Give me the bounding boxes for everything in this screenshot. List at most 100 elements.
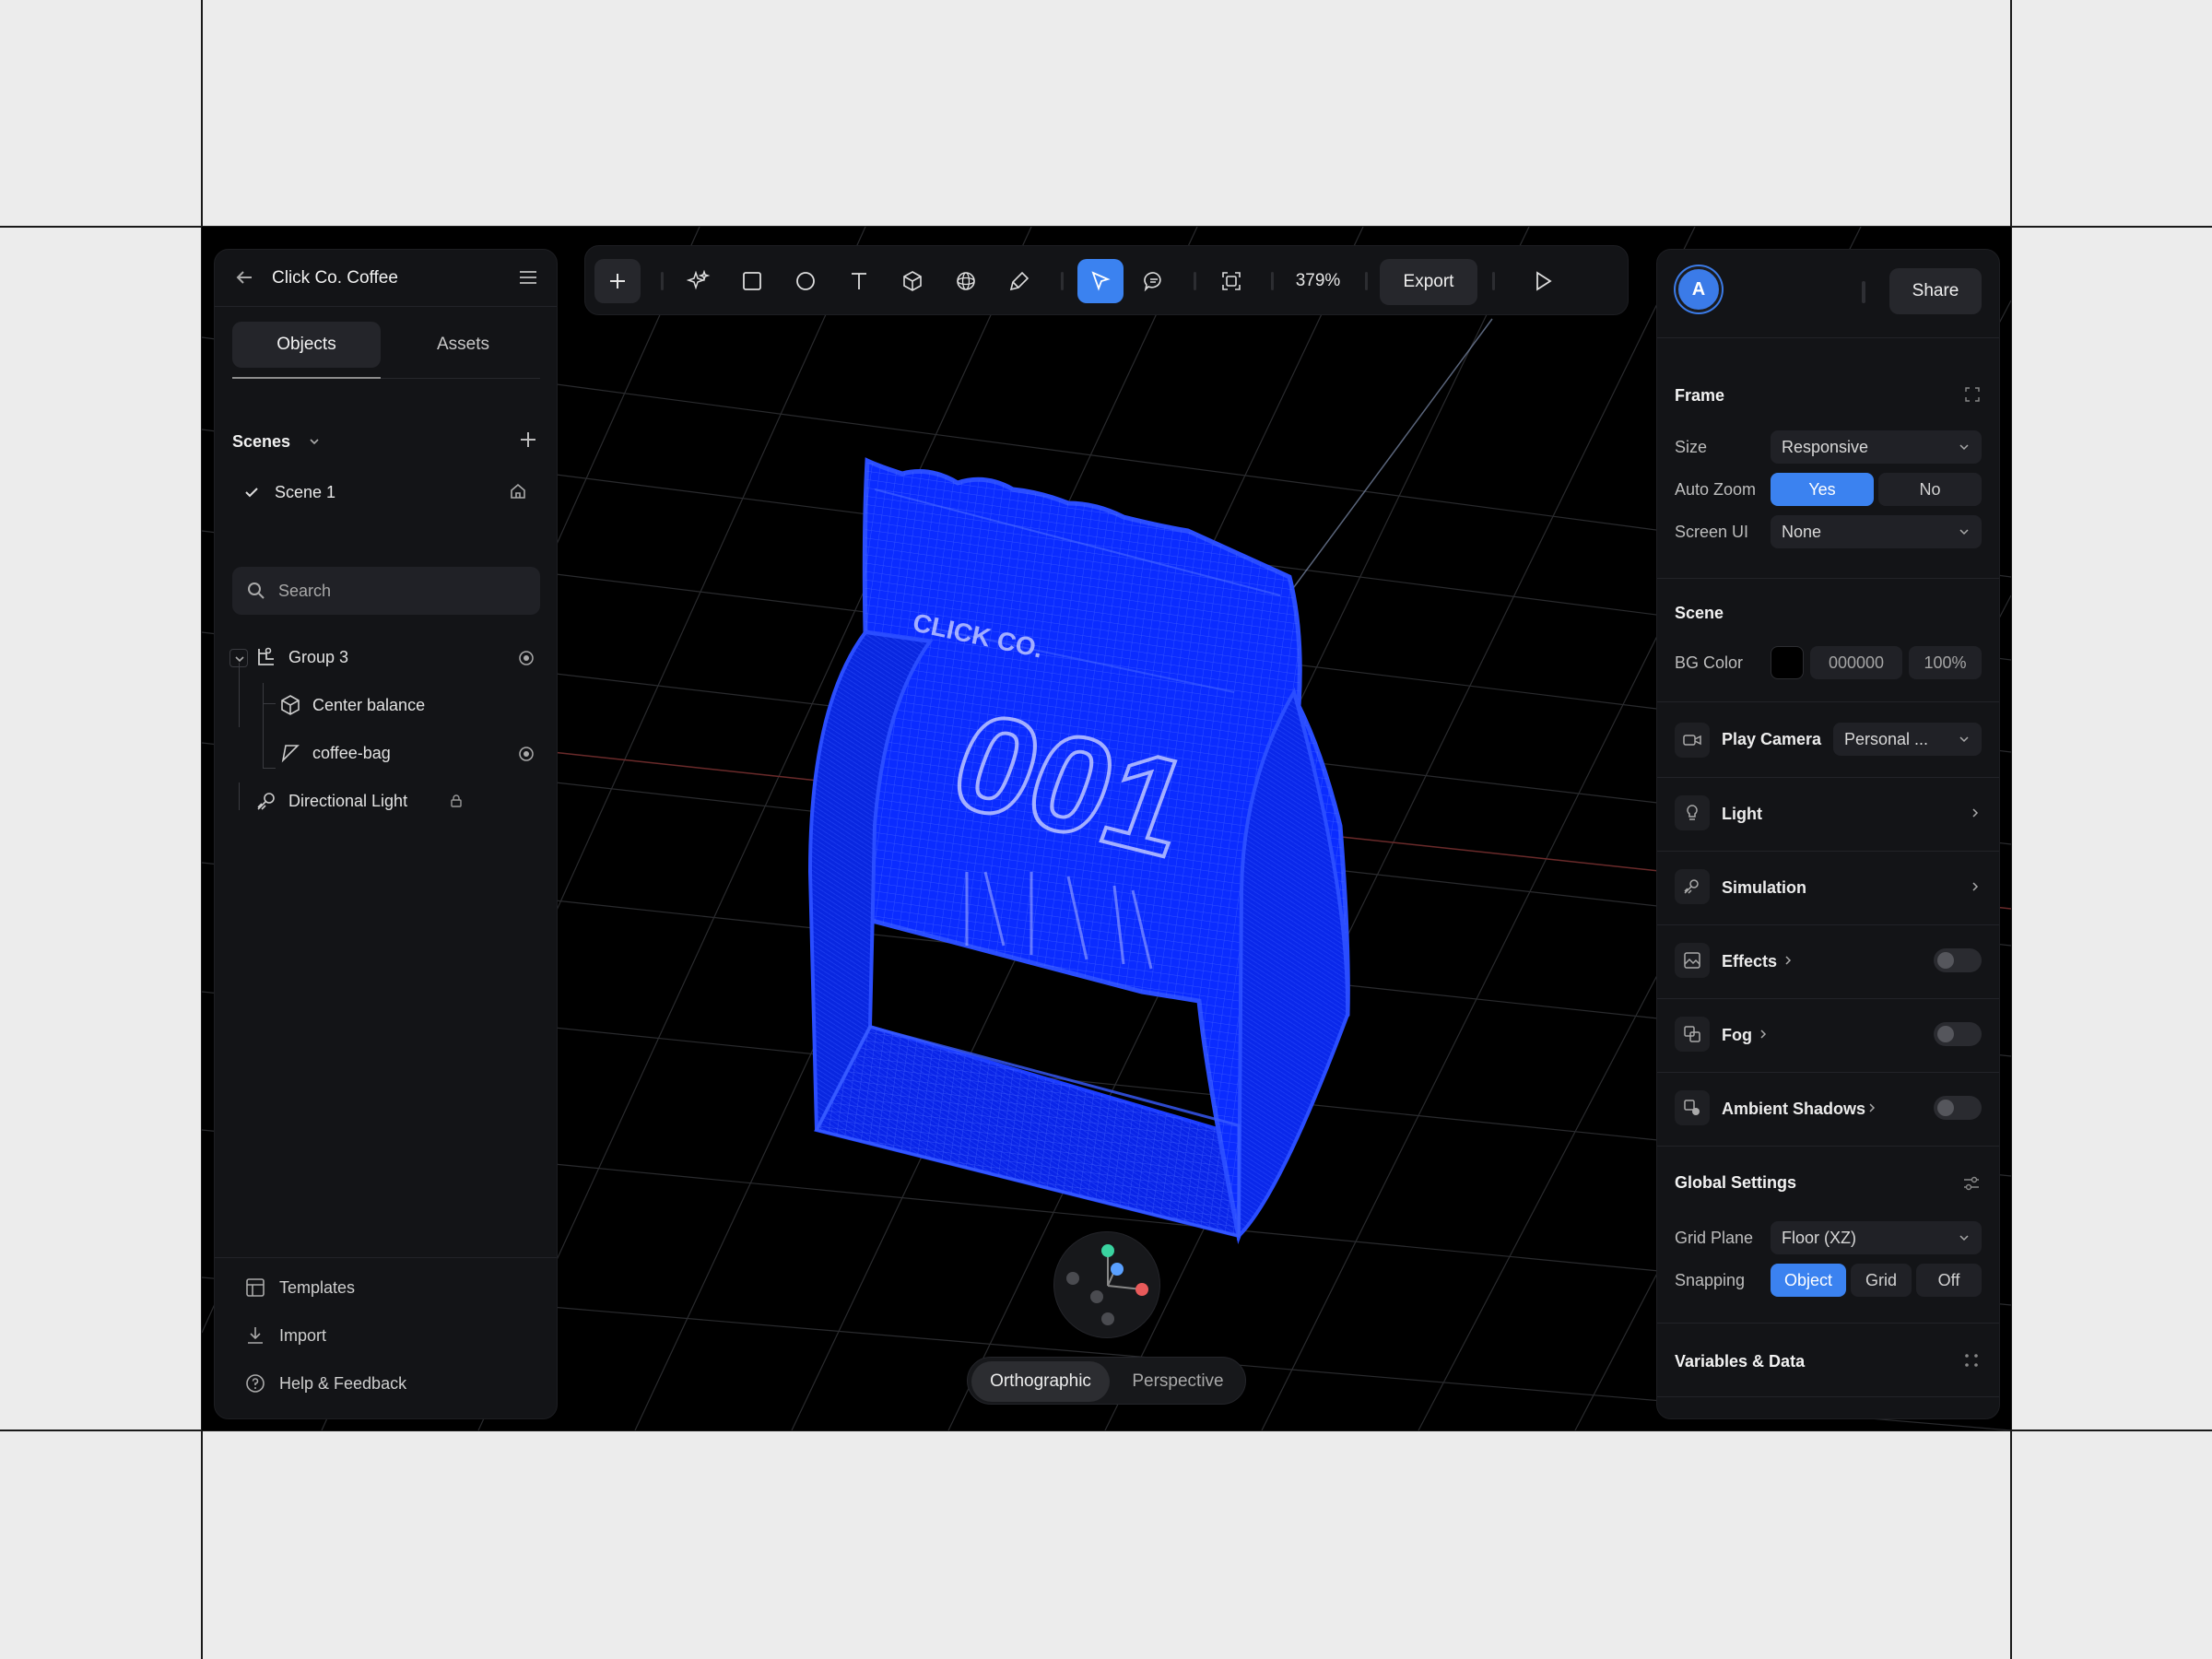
select-value: Floor (XZ): [1782, 1229, 1856, 1247]
snapping-grid[interactable]: Grid: [1851, 1264, 1912, 1297]
chevron-down-icon[interactable]: [307, 434, 322, 449]
expand-icon[interactable]: [1964, 386, 1981, 403]
import-link[interactable]: Import: [244, 1321, 521, 1350]
scene-name: Scene 1: [275, 483, 336, 501]
auto-zoom-no[interactable]: No: [1878, 473, 1982, 506]
add-scene-icon[interactable]: [517, 429, 539, 451]
text-tool-button[interactable]: [836, 259, 882, 303]
pen-tool-button[interactable]: [996, 259, 1042, 303]
fog-label[interactable]: Fog: [1722, 1026, 1752, 1045]
export-button[interactable]: Export: [1380, 259, 1477, 305]
tree-item-center-balance[interactable]: Center balance: [228, 685, 546, 725]
help-feedback-link[interactable]: Help & Feedback: [244, 1369, 521, 1398]
divider: [1657, 701, 1999, 702]
search-input[interactable]: [278, 567, 527, 615]
size-select[interactable]: Responsive: [1771, 430, 1982, 464]
simulation-label[interactable]: Simulation: [1722, 878, 1806, 898]
zoom-level[interactable]: 379%: [1278, 259, 1358, 303]
chevron-right-icon[interactable]: [1782, 954, 1794, 967]
footer-label: Help & Feedback: [279, 1374, 407, 1393]
divider: [1657, 998, 1999, 999]
tree-item-coffee-bag[interactable]: coffee-bag: [228, 733, 546, 773]
visibility-icon[interactable]: [518, 650, 535, 666]
expand-chevron-icon[interactable]: [229, 649, 248, 667]
rectangle-tool-button[interactable]: [729, 259, 775, 303]
chevron-right-icon[interactable]: [1757, 1028, 1770, 1041]
perspective-option[interactable]: Perspective: [1113, 1361, 1242, 1402]
frame-section-title: Frame: [1675, 386, 1725, 405]
text-icon: [852, 273, 866, 289]
ellipse-icon: [796, 272, 815, 290]
ellipse-tool-button[interactable]: [782, 259, 829, 303]
divider: [1657, 578, 1999, 579]
bg-opacity-field[interactable]: 100%: [1909, 646, 1982, 679]
effects-label[interactable]: Effects: [1722, 952, 1777, 971]
tree-item-directional-light[interactable]: Directional Light: [228, 781, 546, 821]
variables-data-title[interactable]: Variables & Data: [1675, 1352, 1805, 1371]
snapping-off[interactable]: Off: [1916, 1264, 1982, 1297]
chevron-right-icon[interactable]: [1969, 880, 1982, 893]
toolbar-separator: [1194, 272, 1196, 290]
fog-toggle[interactable]: [1934, 1022, 1982, 1046]
orientation-gizmo[interactable]: [1053, 1231, 1160, 1338]
bg-color-hex-field[interactable]: 000000: [1810, 646, 1902, 679]
chevron-right-icon[interactable]: [1969, 806, 1982, 819]
camera-mode-toggle[interactable]: Orthographic Perspective: [967, 1357, 1246, 1405]
cube-tool-button[interactable]: [889, 259, 935, 303]
bg-color-swatch[interactable]: [1771, 646, 1804, 679]
screen-ui-label: Screen UI: [1675, 523, 1749, 541]
bg-color-label: BG Color: [1675, 653, 1744, 672]
ambient-shadows-toggle[interactable]: [1934, 1096, 1982, 1120]
avatar[interactable]: A: [1676, 266, 1722, 312]
effects-toggle[interactable]: [1934, 948, 1982, 972]
select-tool-button[interactable]: [1077, 259, 1124, 303]
menu-icon[interactable]: [517, 266, 539, 288]
tree-label: Group 3: [288, 648, 349, 666]
ambient-shadows-icon-box: [1675, 1090, 1710, 1125]
home-icon[interactable]: [509, 482, 527, 500]
footer-label: Templates: [279, 1278, 356, 1297]
tab-assets[interactable]: Assets: [386, 322, 540, 368]
tree-item-group[interactable]: Group 3: [228, 637, 546, 677]
share-button[interactable]: Share: [1889, 268, 1982, 314]
back-arrow-icon[interactable]: [233, 266, 255, 288]
play-button[interactable]: [1520, 259, 1566, 303]
grid-plane-select[interactable]: Floor (XZ): [1771, 1221, 1982, 1254]
play-camera-select[interactable]: Personal ...: [1833, 723, 1982, 756]
sliders-icon[interactable]: [1961, 1173, 1982, 1194]
tree-label: Center balance: [312, 696, 426, 714]
search-box[interactable]: [232, 567, 540, 615]
screen-ui-select[interactable]: None: [1771, 515, 1982, 548]
cube-icon: [903, 271, 922, 291]
scenes-dropdown[interactable]: Scenes: [232, 432, 290, 452]
cube-icon: [281, 695, 300, 715]
ambient-shadows-icon: [1684, 1100, 1700, 1115]
frame-icon: [1222, 272, 1241, 290]
visibility-icon[interactable]: [518, 746, 535, 762]
play-camera-label: Play Camera: [1722, 730, 1822, 748]
sphere-tool-button[interactable]: [943, 259, 989, 303]
scene-item[interactable]: Scene 1: [232, 471, 540, 513]
ambient-shadows-label[interactable]: Ambient Shadows: [1722, 1100, 1865, 1119]
light-label[interactable]: Light: [1722, 805, 1762, 824]
chevron-down-icon: [1959, 529, 1969, 535]
orthographic-option[interactable]: Orthographic: [971, 1361, 1110, 1402]
templates-link[interactable]: Templates: [244, 1273, 521, 1302]
ai-tool-button[interactable]: [676, 259, 722, 303]
comment-tool-button[interactable]: [1131, 259, 1177, 303]
add-button[interactable]: [594, 259, 641, 303]
fog-icon: [1684, 1026, 1700, 1042]
snapping-object[interactable]: Object: [1771, 1264, 1846, 1297]
group-icon: [258, 647, 274, 665]
lock-icon[interactable]: [449, 794, 464, 808]
ai-sparkle-icon: [687, 269, 711, 290]
frame-tool-button[interactable]: [1208, 259, 1254, 303]
auto-zoom-yes[interactable]: Yes: [1771, 473, 1874, 506]
effects-icon-box: [1675, 943, 1710, 978]
tab-objects[interactable]: Objects: [232, 322, 381, 379]
grid-dots-icon[interactable]: [1963, 1352, 1980, 1369]
size-label: Size: [1675, 438, 1708, 456]
play-icon: [1536, 271, 1552, 291]
chevron-right-icon[interactable]: [1865, 1101, 1878, 1114]
simulation-icon: [1684, 879, 1699, 894]
